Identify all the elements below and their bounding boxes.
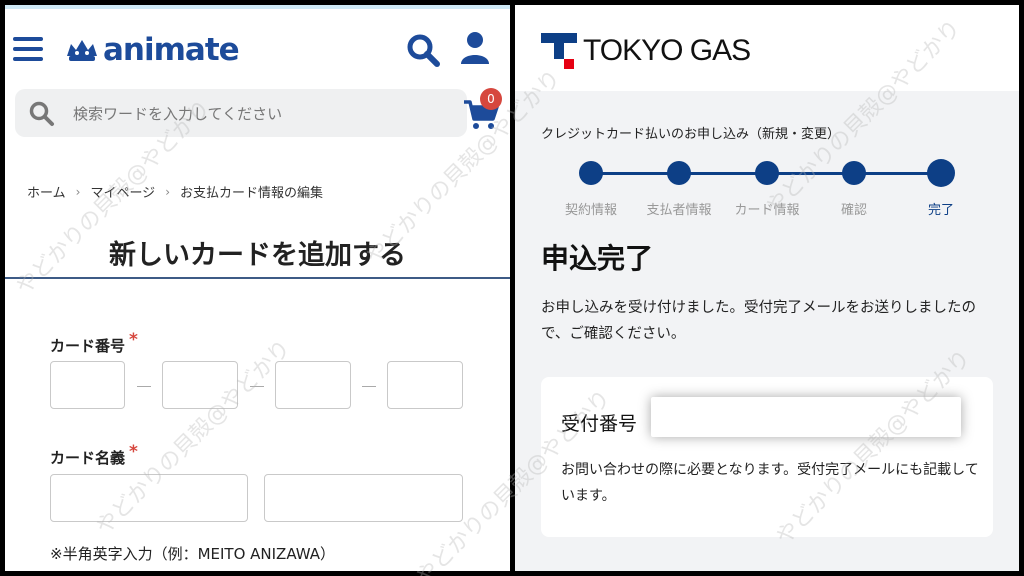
- search-input[interactable]: 検索ワードを入力してください: [15, 89, 467, 137]
- search-icon[interactable]: [406, 33, 440, 67]
- card-number-field-3[interactable]: [275, 361, 351, 409]
- tokyo-gas-header: TOKYO GAS: [515, 5, 1019, 91]
- card-name-first-field[interactable]: [50, 474, 248, 522]
- step-5-dot-current: [927, 159, 955, 187]
- breadcrumb-mypage[interactable]: マイページ: [90, 182, 155, 201]
- tokyo-gas-panel: TOKYO GAS クレジットカード払いのお申し込み（新規・変更） 契約情報 支…: [515, 5, 1019, 571]
- required-mark: *: [129, 442, 138, 462]
- animate-panel: animate 検索ワードを入力してください 0 ホーム › マイページ › お…: [5, 5, 510, 571]
- breadcrumb-separator-icon: ›: [165, 184, 170, 199]
- breadcrumb: ホーム › マイページ › お支払カード情報の編集: [27, 182, 324, 202]
- application-title: クレジットカード払いのお申し込み（新規・変更）: [541, 127, 841, 142]
- step-2-label: 支払者情報: [646, 203, 712, 218]
- animate-logo-mark-icon: [67, 40, 97, 61]
- receipt-card: 受付番号 お問い合わせの際に必要となります。受付完了メールにも記載しています。: [541, 377, 993, 537]
- dash-separator: [250, 386, 264, 387]
- card-number-field-1[interactable]: [50, 361, 125, 409]
- step-3-dot: [755, 161, 779, 185]
- animate-logo[interactable]: animate: [65, 32, 240, 68]
- receipt-note: お問い合わせの際に必要となります。受付完了メールにも記載しています。: [561, 462, 979, 504]
- card-name-last-field[interactable]: [264, 474, 463, 522]
- cart-count-badge: 0: [480, 88, 502, 110]
- card-number-label-text: カード番号: [50, 337, 126, 355]
- step-3-label: カード情報: [734, 203, 800, 218]
- user-account-icon[interactable]: [460, 31, 490, 65]
- search-placeholder: 検索ワードを入力してください: [73, 105, 283, 123]
- step-1-dot: [579, 161, 603, 185]
- tokyo-gas-logo[interactable]: TOKYO GAS: [541, 33, 751, 69]
- tokyo-gas-mark-icon: [541, 33, 577, 69]
- search-magnifier-icon: [29, 101, 54, 126]
- page-title: 新しいカードを追加する: [109, 240, 406, 271]
- site-header: animate: [5, 9, 510, 89]
- step-1-label: 契約情報: [564, 203, 617, 218]
- card-name-label-text: カード名義: [50, 449, 126, 467]
- step-5-label: 完了: [927, 203, 954, 218]
- input-note: ※半角英字入力（例：MEITO ANIZAWA）: [50, 545, 336, 563]
- logo-text: animate: [103, 32, 240, 68]
- required-mark: *: [129, 330, 138, 350]
- receipt-number-redacted: [651, 397, 961, 437]
- card-name-label: カード名義 *: [50, 442, 138, 468]
- dash-separator: [137, 386, 151, 387]
- step-4-label: 確認: [840, 203, 867, 218]
- step-4-dot: [842, 161, 866, 185]
- completion-message: お申し込みを受け付けました。受付完了メールをお送りしましたので、ご確認ください。: [541, 300, 976, 342]
- hamburger-menu-icon[interactable]: [13, 37, 43, 63]
- completion-title: 申込完了: [541, 242, 654, 275]
- breadcrumb-separator-icon: ›: [75, 184, 81, 199]
- card-number-field-2[interactable]: [162, 361, 238, 409]
- title-divider: [5, 277, 510, 279]
- step-2-dot: [667, 161, 691, 185]
- receipt-number-label: 受付番号: [561, 413, 638, 435]
- dash-separator: [362, 386, 376, 387]
- brand-name: TOKYO GAS: [583, 34, 751, 67]
- breadcrumb-current: お支払カード情報の編集: [180, 186, 324, 201]
- breadcrumb-home[interactable]: ホーム: [27, 182, 66, 201]
- card-number-label: カード番号 *: [50, 330, 138, 356]
- card-number-field-4[interactable]: [387, 361, 463, 409]
